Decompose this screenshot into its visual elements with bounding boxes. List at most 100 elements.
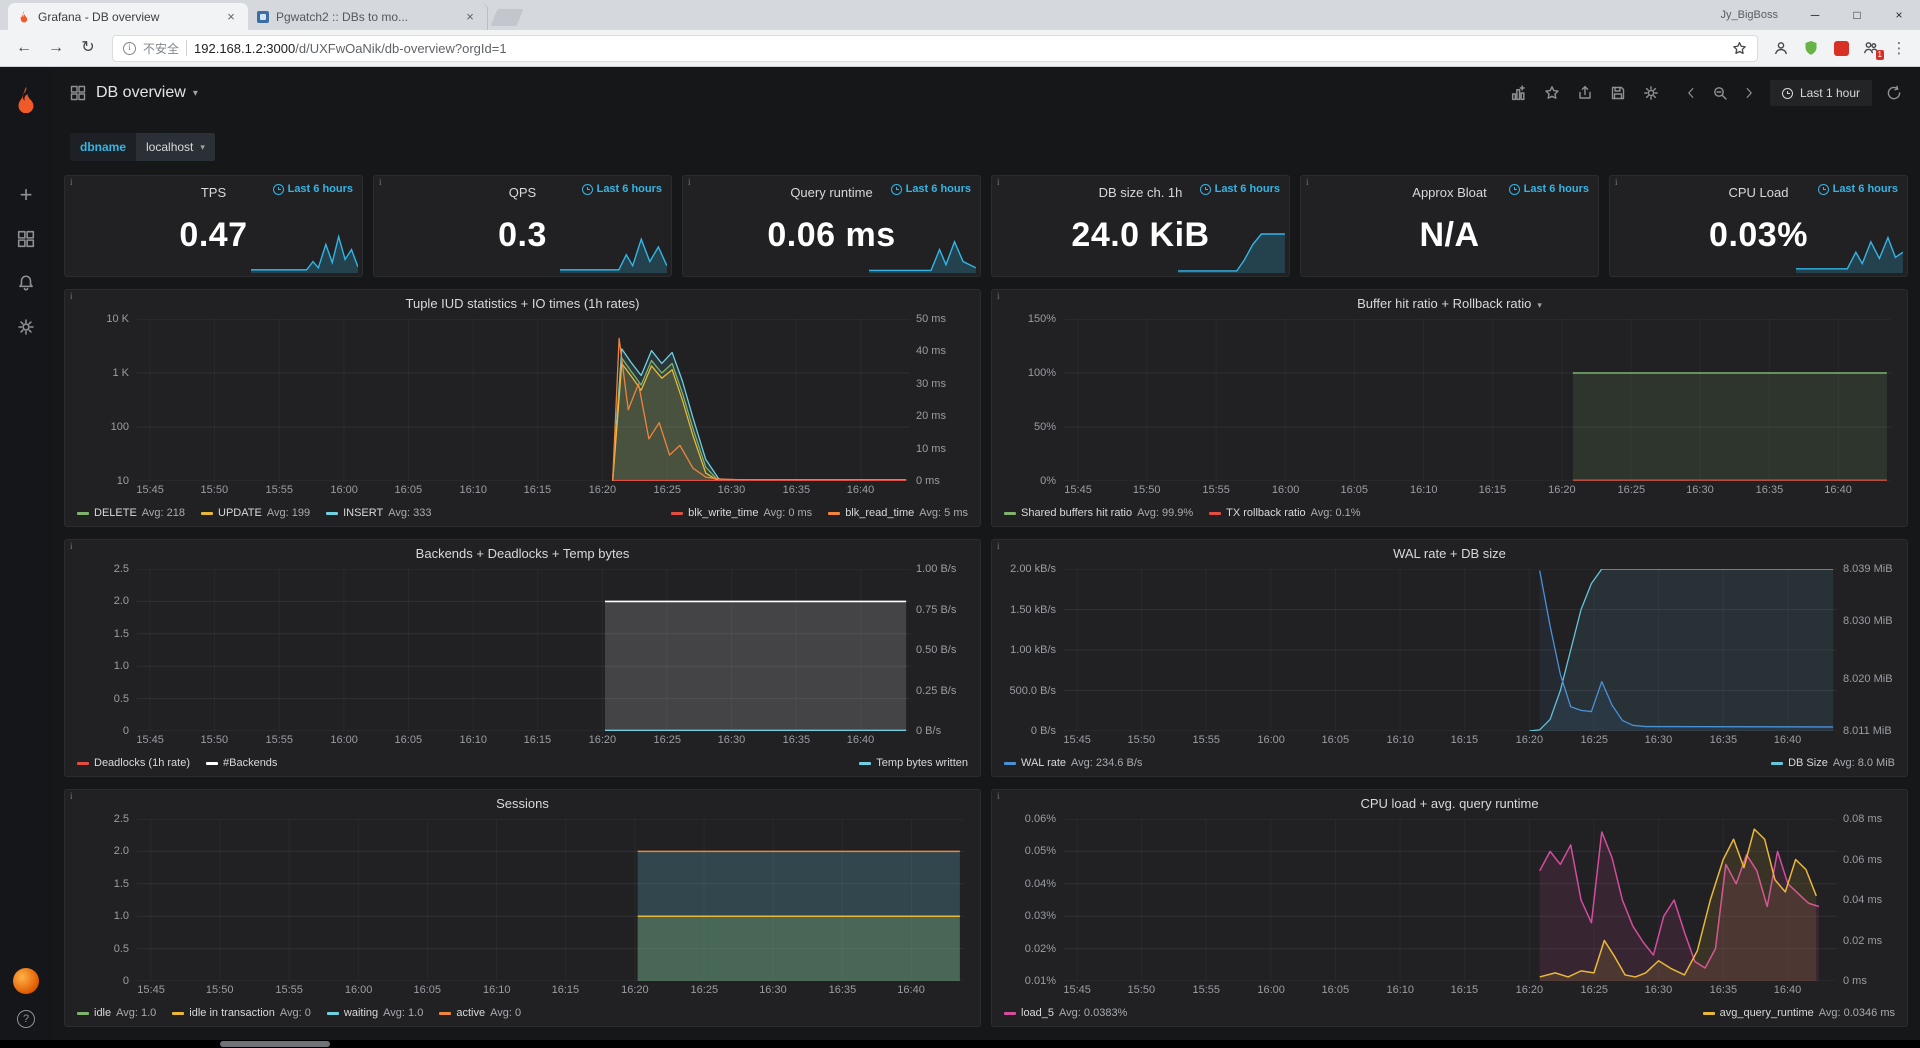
panel-info-icon[interactable]: i <box>1301 176 1314 188</box>
panel-info-icon[interactable]: i <box>992 540 1005 552</box>
panel-info-icon[interactable]: i <box>683 176 696 188</box>
legend-item[interactable]: Shared buffers hit ratioAvg: 99.9% <box>1004 507 1193 519</box>
chevron-down-icon[interactable]: ▾ <box>193 88 198 99</box>
panel-title[interactable]: WAL rate + DB size <box>992 540 1907 567</box>
new-tab-button[interactable] <box>491 9 524 26</box>
chevron-right-icon[interactable] <box>1742 86 1756 100</box>
legend-item[interactable]: Temp bytes written <box>859 757 968 769</box>
legend-item[interactable]: idle in transactionAvg: 0 <box>172 1007 311 1019</box>
graph-canvas[interactable] <box>1064 819 1837 981</box>
graph-canvas[interactable] <box>137 569 910 731</box>
panel-title[interactable]: Buffer hit ratio + Rollback ratio▾ <box>992 290 1907 317</box>
horizontal-scrollbar[interactable] <box>0 1040 1920 1048</box>
info-icon[interactable] <box>123 42 136 55</box>
graph-plot[interactable] <box>1064 819 1837 981</box>
stat-range-link[interactable]: Last 6 hours <box>891 183 971 195</box>
graph-plot[interactable] <box>1064 569 1837 731</box>
graph-plot[interactable] <box>137 819 964 981</box>
legend-item[interactable]: activeAvg: 0 <box>439 1007 521 1019</box>
graph-canvas[interactable] <box>1064 319 1891 481</box>
legend-item[interactable]: WAL rateAvg: 234.6 B/s <box>1004 757 1142 769</box>
legend-item[interactable]: Deadlocks (1h rate) <box>77 757 190 769</box>
legend-item[interactable]: TX rollback ratioAvg: 0.1% <box>1209 507 1360 519</box>
save-icon[interactable] <box>1610 85 1626 101</box>
stat-range-link[interactable]: Last 6 hours <box>582 183 662 195</box>
graph-plot[interactable] <box>137 319 910 481</box>
settings-icon[interactable] <box>1643 85 1659 101</box>
tab-close-icon[interactable]: × <box>462 9 478 24</box>
refresh-icon[interactable] <box>1886 85 1902 101</box>
browser-tab-grafana[interactable]: Grafana - DB overview × <box>8 3 248 30</box>
extension-badged-icon[interactable]: 1 <box>1858 35 1884 61</box>
extension-icon[interactable] <box>1828 35 1854 61</box>
zoom-out-icon[interactable] <box>1712 85 1728 101</box>
panel-info-icon[interactable]: i <box>992 290 1005 302</box>
graph-canvas[interactable] <box>137 819 964 981</box>
legend-item[interactable]: #Backends <box>206 757 277 769</box>
graph-canvas[interactable] <box>1064 569 1837 731</box>
create-icon[interactable]: + <box>0 173 52 217</box>
minimize-button[interactable]: ─ <box>1794 0 1836 30</box>
chevron-left-icon[interactable] <box>1684 86 1698 100</box>
stat-range-link[interactable]: Last 6 hours <box>1818 183 1898 195</box>
graph-canvas[interactable] <box>137 319 910 481</box>
scrollbar-thumb[interactable] <box>220 1041 330 1047</box>
stat-range-link[interactable]: Last 6 hours <box>273 183 353 195</box>
dashboards-icon[interactable] <box>0 217 52 261</box>
legend-item[interactable]: DB SizeAvg: 8.0 MiB <box>1771 757 1895 769</box>
legend-item[interactable]: INSERTAvg: 333 <box>326 507 431 519</box>
panel-title[interactable]: Sessions <box>65 790 980 817</box>
user-avatar[interactable] <box>13 968 39 994</box>
browser-menu-icon[interactable]: ⋮ <box>1888 39 1910 57</box>
panel-info-icon[interactable]: i <box>65 790 78 802</box>
panel-title[interactable]: Tuple IUD statistics + IO times (1h rate… <box>65 290 980 317</box>
forward-button[interactable]: → <box>42 34 70 62</box>
graph-plot[interactable] <box>1064 319 1891 481</box>
tab-close-icon[interactable]: × <box>223 9 239 24</box>
panel-title[interactable]: CPU load + avg. query runtime <box>992 790 1907 817</box>
panel-info-icon[interactable]: i <box>992 176 1005 188</box>
legend-item[interactable]: load_5Avg: 0.0383% <box>1004 1007 1127 1019</box>
time-range-picker[interactable]: Last 1 hour <box>1770 80 1872 106</box>
legend-item[interactable]: blk_write_timeAvg: 0 ms <box>671 507 812 519</box>
grafana-logo-icon[interactable] <box>0 77 52 121</box>
help-icon[interactable]: ? <box>17 1010 35 1028</box>
panel-info-icon[interactable]: i <box>1610 176 1623 188</box>
configuration-icon[interactable] <box>0 305 52 349</box>
panel-info-icon[interactable]: i <box>65 540 78 552</box>
legend-item[interactable]: blk_read_timeAvg: 5 ms <box>828 507 968 519</box>
back-button[interactable]: ← <box>10 34 38 62</box>
panel-info-icon[interactable]: i <box>65 290 78 302</box>
alerting-icon[interactable] <box>0 261 52 305</box>
variable-value-dropdown[interactable]: localhost ▾ <box>136 133 215 161</box>
reload-button[interactable]: ↻ <box>74 34 102 62</box>
bookmark-star-icon[interactable] <box>1732 41 1747 56</box>
panel-info-icon[interactable]: i <box>374 176 387 188</box>
panel-info-icon[interactable]: i <box>65 176 78 188</box>
legend-item[interactable]: waitingAvg: 1.0 <box>327 1007 423 1019</box>
maximize-button[interactable]: □ <box>1836 0 1878 30</box>
share-icon[interactable] <box>1577 85 1593 101</box>
panel-menu-caret-icon[interactable]: ▾ <box>1537 300 1542 310</box>
profile-name[interactable]: Jy_BigBoss <box>1721 9 1778 21</box>
url-text[interactable]: 192.168.1.2:3000/d/UXFwOaNik/db-overview… <box>194 41 1725 56</box>
legend-item[interactable]: UPDATEAvg: 199 <box>201 507 310 519</box>
browser-tab-pgwatch[interactable]: Pgwatch2 :: DBs to mo... × <box>248 3 488 30</box>
graph-plot[interactable] <box>137 569 910 731</box>
address-bar[interactable]: 不安全 192.168.1.2:3000/d/UXFwOaNik/db-over… <box>112 35 1758 62</box>
dashboard-title[interactable]: DB overview <box>96 84 186 102</box>
add-panel-icon[interactable] <box>1510 85 1527 102</box>
close-button[interactable]: × <box>1878 0 1920 30</box>
legend-item[interactable]: avg_query_runtimeAvg: 0.0346 ms <box>1703 1007 1895 1019</box>
panel-info-icon[interactable]: i <box>992 790 1005 802</box>
extension-profile-icon[interactable] <box>1768 35 1794 61</box>
panel-title[interactable]: Backends + Deadlocks + Temp bytes <box>65 540 980 567</box>
star-icon[interactable] <box>1544 85 1560 101</box>
variable-dbname[interactable]: dbname localhost ▾ <box>70 133 215 161</box>
stat-range-link[interactable]: Last 6 hours <box>1509 183 1589 195</box>
legend-item[interactable]: idleAvg: 1.0 <box>77 1007 156 1019</box>
legend-item[interactable]: DELETEAvg: 218 <box>77 507 185 519</box>
shield-icon[interactable] <box>1798 35 1824 61</box>
stat-range-link[interactable]: Last 6 hours <box>1200 183 1280 195</box>
apps-grid-icon[interactable] <box>70 85 86 101</box>
